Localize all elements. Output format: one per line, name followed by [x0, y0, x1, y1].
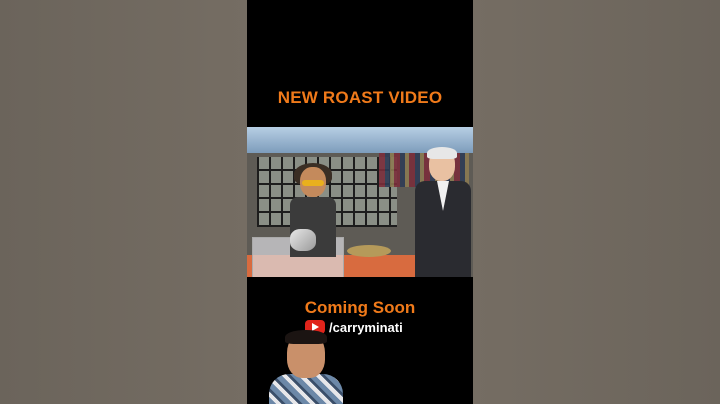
- headline-text: NEW ROAST VIDEO: [277, 88, 443, 107]
- suited-man-figure: [415, 147, 471, 277]
- presenter-face: [267, 330, 345, 404]
- scene-image: [247, 127, 473, 277]
- pot: [347, 245, 391, 257]
- kettle: [290, 229, 316, 251]
- tea-vendor-figure: [282, 163, 342, 257]
- patterned-shirt: [269, 374, 343, 404]
- blurred-background-right: [473, 0, 720, 404]
- white-hair: [427, 147, 457, 159]
- presenter-hair: [285, 330, 327, 344]
- sunglasses: [302, 180, 324, 186]
- coming-soon-text: Coming Soon: [304, 298, 416, 317]
- video-frame[interactable]: NEW ROAST VIDEO Coming Soon /carryminati: [247, 0, 473, 404]
- blurred-background-left: [0, 0, 247, 404]
